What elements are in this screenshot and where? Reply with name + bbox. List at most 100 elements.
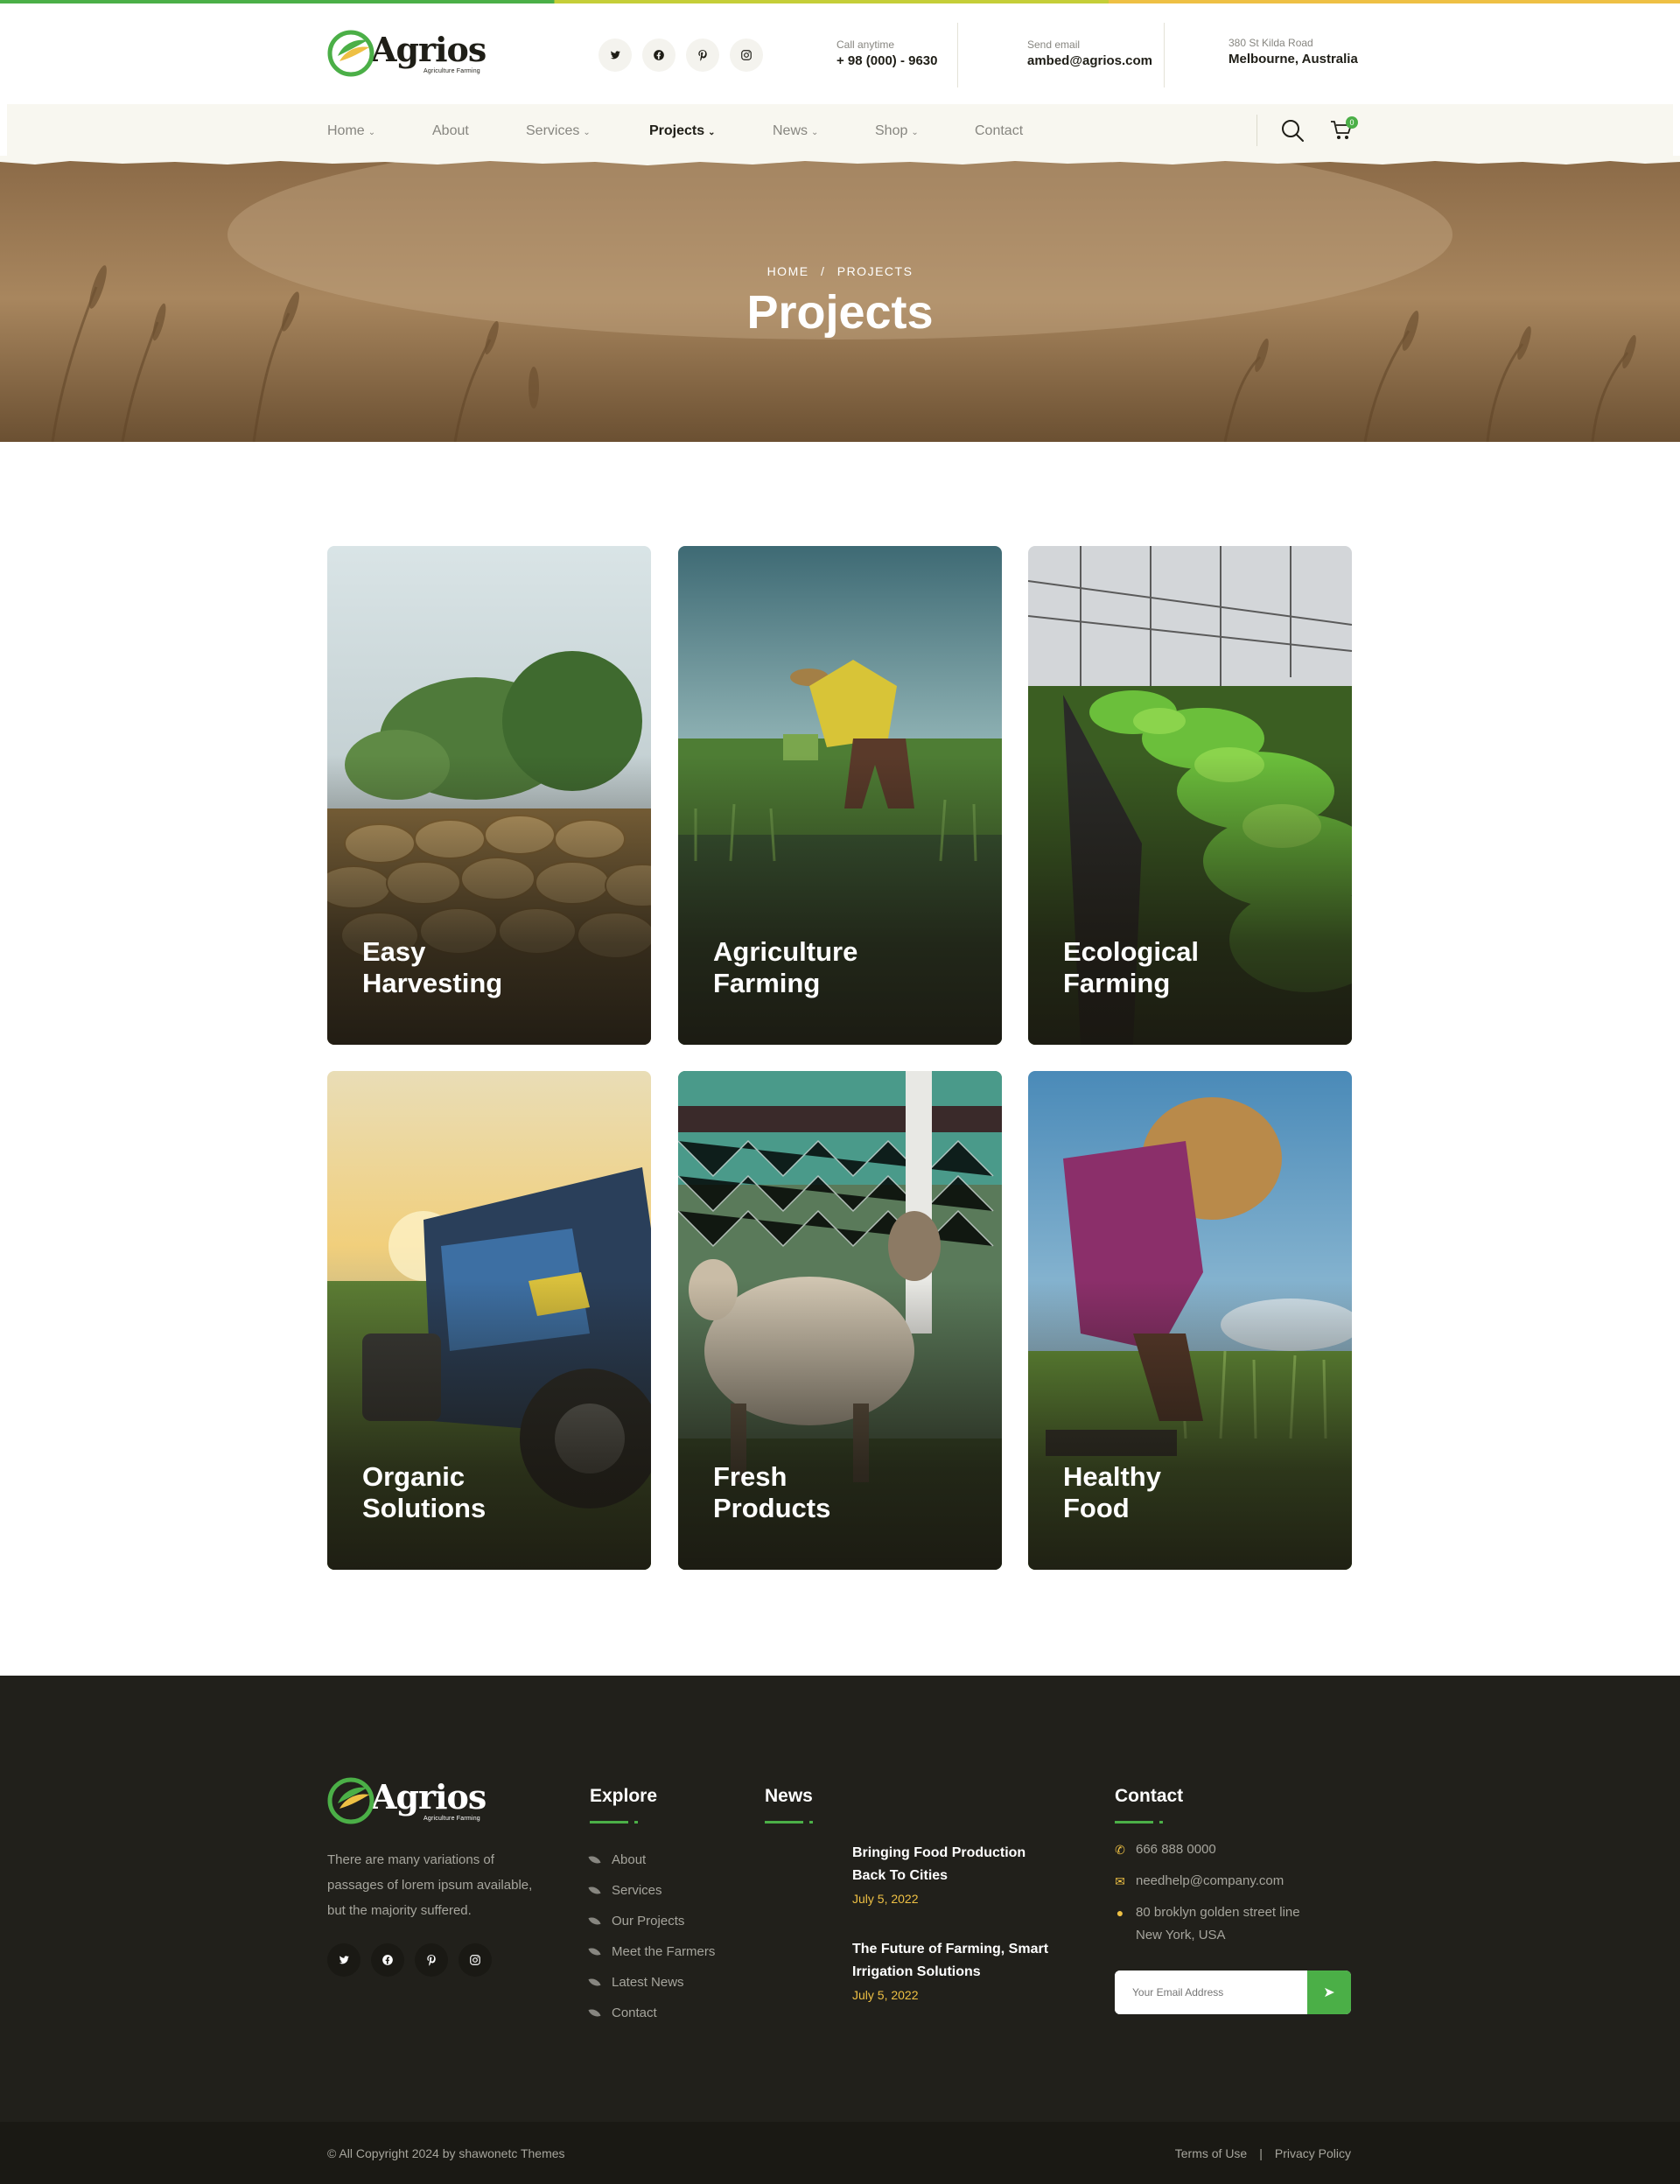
leaf-icon: [588, 2006, 601, 2020]
news-item[interactable]: The Future of Farming, Smart Irrigation …: [852, 1938, 1054, 2002]
card-overlay: [327, 755, 651, 1045]
project-card[interactable]: Organic Solutions: [327, 1071, 651, 1570]
footer-link-projects[interactable]: Our Projects: [588, 1906, 715, 1936]
instagram-icon[interactable]: [458, 1943, 492, 1977]
terms-link[interactable]: Terms of Use: [1175, 2146, 1247, 2160]
facebook-icon[interactable]: [371, 1943, 404, 1977]
call-info: Call anytime + 98 (000) - 9630: [836, 38, 938, 68]
breadcrumb-current: PROJECTS: [836, 264, 914, 278]
project-card[interactable]: Agriculture Farming: [678, 546, 1002, 1045]
cart-count-badge: 0: [1346, 116, 1358, 129]
card-overlay: [1028, 755, 1352, 1045]
map-pin-icon: ●: [1116, 1906, 1124, 1920]
divider: [957, 23, 958, 88]
newsletter-email-input[interactable]: [1115, 1970, 1307, 2014]
nav-about[interactable]: About: [432, 123, 469, 139]
footer-contact-heading: Contact: [1115, 1786, 1184, 1806]
footer-description: There are many variations of passages of…: [327, 1852, 533, 1918]
heading-underline-dot: [1159, 1821, 1163, 1824]
footer: Agrios Agriculture Farming There are man…: [0, 1676, 1680, 2122]
legal-divider: |: [1259, 2146, 1263, 2160]
card-overlay: [327, 1280, 651, 1570]
nav-projects[interactable]: Projects ⌄: [649, 123, 716, 139]
news-title[interactable]: Bringing Food Production Back To Cities: [852, 1842, 1054, 1887]
address-street: 380 St Kilda Road: [1228, 37, 1313, 49]
news-date: July 5, 2022: [852, 1892, 919, 1906]
phone-icon: ✆: [1115, 1843, 1125, 1857]
footer-link-contact[interactable]: Contact: [588, 1998, 715, 2028]
nav-home[interactable]: Home ⌄: [327, 123, 375, 139]
project-card[interactable]: Healthy Food: [1028, 1071, 1352, 1570]
contact-email[interactable]: ✉ needhelp@company.com: [1115, 1870, 1284, 1893]
logo[interactable]: Agrios Agriculture Farming: [327, 30, 486, 77]
facebook-icon[interactable]: [642, 38, 676, 72]
twitter-icon[interactable]: [327, 1943, 360, 1977]
card-overlay: [678, 755, 1002, 1045]
nav-shop[interactable]: Shop ⌄: [875, 123, 919, 139]
chevron-down-icon: ⌄: [911, 127, 919, 137]
instagram-icon[interactable]: [730, 38, 763, 72]
leaf-icon: [588, 1914, 601, 1928]
pinterest-icon[interactable]: [686, 38, 719, 72]
chevron-down-icon: ⌄: [708, 127, 716, 137]
leaf-icon: [588, 1976, 601, 1989]
footer-link-news[interactable]: Latest News: [588, 1967, 715, 1998]
news-title[interactable]: The Future of Farming, Smart Irrigation …: [852, 1938, 1054, 1984]
header: Agrios Agriculture Farming Call anytime …: [0, 4, 1680, 104]
copyright-text: © All Copyright 2024 by shawonetc Themes: [327, 2146, 565, 2160]
project-title: Easy Harvesting: [362, 936, 503, 998]
privacy-link[interactable]: Privacy Policy: [1275, 2146, 1351, 2160]
heading-underline-dot: [634, 1821, 638, 1824]
footer-explore-heading: Explore: [590, 1786, 658, 1806]
logo-wordmark: Agrios: [371, 29, 486, 69]
legal-links: Terms of Use | Privacy Policy: [1175, 2146, 1351, 2160]
chevron-down-icon: ⌄: [811, 127, 819, 137]
logo-tagline: Agriculture Farming: [424, 1815, 480, 1822]
contact-phone[interactable]: ✆ 666 888 0000: [1115, 1838, 1216, 1861]
footer-explore-links: About Services Our Projects Meet the Far…: [588, 1844, 715, 2028]
footer-news-heading: News: [765, 1786, 813, 1806]
footer-socials: [327, 1943, 492, 1977]
project-card[interactable]: Fresh Products: [678, 1071, 1002, 1570]
twitter-icon[interactable]: [598, 38, 632, 72]
newsletter-submit-button[interactable]: ➤: [1307, 1970, 1351, 2014]
logo-leaf-icon: [327, 30, 374, 77]
header-socials: [598, 38, 763, 72]
heading-underline: [765, 1821, 803, 1824]
project-title: Fresh Products: [713, 1461, 831, 1523]
envelope-icon: ✉: [1115, 1874, 1125, 1888]
footer-link-farmers[interactable]: Meet the Farmers: [588, 1936, 715, 1967]
pinterest-icon[interactable]: [415, 1943, 448, 1977]
logo-leaf-icon: [327, 1777, 374, 1824]
breadcrumb: HOME / PROJECTS: [0, 264, 1680, 278]
page-banner: HOME / PROJECTS Projects: [0, 156, 1680, 442]
email-address[interactable]: ambed@agrios.com: [1027, 53, 1152, 68]
breadcrumb-home[interactable]: HOME: [767, 264, 809, 278]
news-date: July 5, 2022: [852, 1988, 919, 2002]
heading-underline-dot: [809, 1821, 813, 1824]
logo-wordmark: Agrios: [371, 1776, 486, 1816]
nav-news[interactable]: News ⌄: [773, 123, 818, 139]
footer-bottom-bar: © All Copyright 2024 by shawonetc Themes…: [0, 2122, 1680, 2184]
footer-logo[interactable]: Agrios Agriculture Farming: [327, 1777, 486, 1824]
divider: [1164, 23, 1165, 88]
nav-contact[interactable]: Contact: [975, 123, 1023, 139]
footer-link-about[interactable]: About: [588, 1844, 715, 1875]
leaf-icon: [588, 1884, 601, 1897]
project-card[interactable]: Ecological Farming: [1028, 546, 1352, 1045]
main-nav: Home ⌄ About Services ⌄ Projects ⌄ News ⌄ Sh…: [7, 104, 1673, 157]
heading-underline: [1115, 1821, 1153, 1824]
leaf-icon: [588, 1853, 601, 1866]
contact-address: ● 80 broklyn golden street line New York, …: [1115, 1901, 1300, 1947]
call-number[interactable]: + 98 (000) - 9630: [836, 53, 938, 68]
project-title: Agriculture Farming: [713, 936, 858, 998]
leaf-icon: [588, 1945, 601, 1958]
project-card[interactable]: Easy Harvesting: [327, 546, 651, 1045]
chevron-down-icon: ⌄: [368, 127, 376, 137]
news-item[interactable]: Bringing Food Production Back To Cities …: [852, 1842, 1054, 1906]
address-info: 380 St Kilda Road Melbourne, Australia: [1228, 37, 1358, 66]
search-icon[interactable]: [1280, 118, 1305, 143]
footer-link-services[interactable]: Services: [588, 1875, 715, 1906]
nav-services[interactable]: Services ⌄: [526, 123, 591, 139]
address-city: Melbourne, Australia: [1228, 52, 1358, 66]
